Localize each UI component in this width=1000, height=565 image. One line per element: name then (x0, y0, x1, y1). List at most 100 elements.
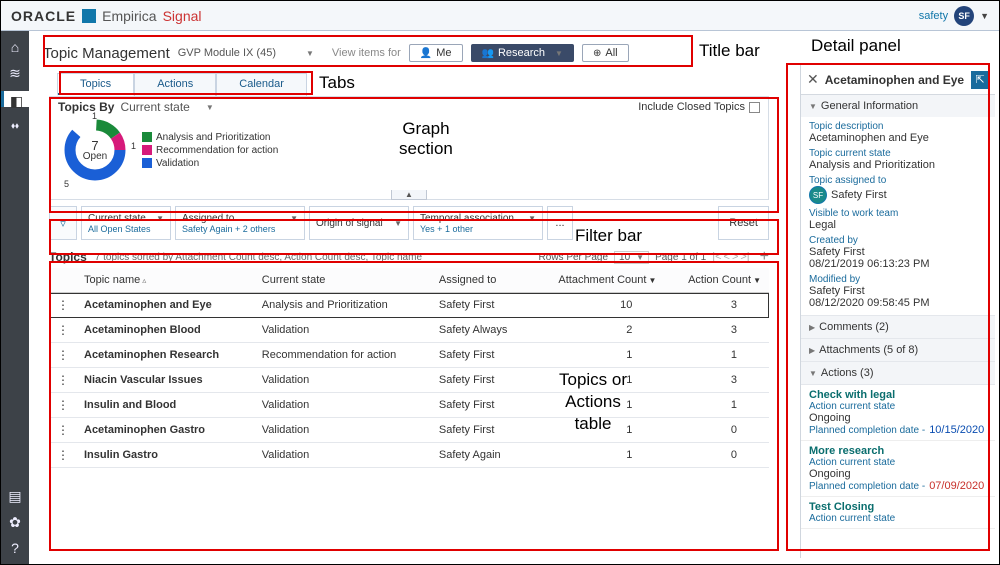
include-closed-checkbox[interactable] (749, 102, 760, 113)
cell-topic-name: Acetaminophen and Eye (76, 293, 254, 318)
chevron-down-icon: ▼ (306, 49, 314, 58)
pager-prev-icon[interactable]: < (724, 251, 730, 263)
cell-current-state: Validation (254, 393, 431, 418)
filter-current-state[interactable]: Current state▼ All Open States (81, 206, 171, 240)
col-action-count[interactable]: Action Count▼ (664, 268, 769, 293)
filter-assigned-to[interactable]: Assigned to▼ Safety Again + 2 others (175, 206, 305, 240)
col-assigned-to[interactable]: Assigned to (431, 268, 530, 293)
close-icon[interactable]: ✕ (807, 71, 819, 88)
cell-topic-name: Acetaminophen Blood (76, 318, 254, 343)
col-attachment-count[interactable]: Attachment Count▼ (530, 268, 664, 293)
table-row[interactable]: ⋮Insulin GastroValidationSafety Again10 (49, 443, 769, 468)
row-actions-icon[interactable]: ⋮ (49, 293, 76, 318)
brand-left: ORACLE Empirica Signal (11, 8, 202, 24)
reset-filters-button[interactable]: Reset (718, 206, 769, 240)
section-actions[interactable]: ▼Actions (3) (801, 362, 995, 384)
detail-panel: ✕ Acetaminophen and Eye ⇱ ▼General Infor… (800, 65, 995, 558)
filter-temporal-association[interactable]: Temporal association▼ Yes + 1 other (413, 206, 543, 240)
row-actions-icon[interactable]: ⋮ (49, 343, 76, 368)
topics-by-label: Topics By (58, 100, 114, 114)
brand-user[interactable]: safety SF ▼ (919, 6, 989, 26)
topics-by-selector[interactable]: Current state ▼ (120, 100, 213, 114)
section-attachments[interactable]: ▶Attachments (5 of 8) (801, 339, 995, 361)
cell-topic-name: Insulin Gastro (76, 443, 254, 468)
group-icon: 👥 (482, 48, 494, 59)
tab-actions[interactable]: Actions (134, 73, 216, 96)
view-research-button[interactable]: 👥 Research ▼ (471, 44, 574, 62)
row-actions-icon[interactable]: ⋮ (49, 418, 76, 443)
page-indicator: Page 1 of 1 (655, 252, 706, 263)
donut-seg-top: 1 (92, 111, 97, 121)
tab-topics[interactable]: Topics (57, 73, 134, 96)
assignee-avatar: SF (809, 186, 827, 204)
filter-funnel-icon[interactable]: ▿ (49, 206, 77, 240)
cell-topic-name: Acetaminophen Gastro (76, 418, 254, 443)
action-item[interactable]: More researchAction current stateOngoing… (801, 441, 995, 497)
include-closed-label: Include Closed Topics (638, 101, 745, 113)
add-topic-button[interactable]: + (760, 248, 769, 266)
row-actions-icon[interactable]: ⋮ (49, 318, 76, 343)
home-icon[interactable]: ⌂ (6, 39, 24, 55)
cell-current-state: Validation (254, 418, 431, 443)
pager-last-icon[interactable]: >| (740, 251, 749, 263)
table-row[interactable]: ⋮Insulin and BloodValidationSafety First… (49, 393, 769, 418)
module-selector[interactable]: GVP Module IX (45) ▼ (178, 47, 314, 59)
col-current-state[interactable]: Current state (254, 268, 431, 293)
table-row[interactable]: ⋮Acetaminophen and EyeAnalysis and Prior… (49, 293, 769, 318)
chart-icon[interactable]: ⬪⬪ (6, 117, 24, 133)
section-comments[interactable]: ▶Comments (2) (801, 316, 995, 338)
collapse-graph-button[interactable]: ▲ (391, 190, 427, 200)
pager-next-icon[interactable]: > (732, 251, 738, 263)
chevron-down-icon: ▼ (980, 11, 989, 21)
row-actions-icon[interactable]: ⋮ (49, 368, 76, 393)
cell-assigned-to: Safety Again (431, 443, 530, 468)
cell-attachment-count: 1 (530, 418, 664, 443)
help-icon[interactable]: ? (6, 540, 24, 556)
table-row[interactable]: ⋮Acetaminophen ResearchRecommendation fo… (49, 343, 769, 368)
cell-topic-name: Insulin and Blood (76, 393, 254, 418)
legend-label: Analysis and Prioritization (156, 132, 271, 143)
topics-table: Topic name▵ Current state Assigned to At… (49, 268, 769, 468)
wifi-icon[interactable]: ≋ (6, 65, 24, 81)
brand-oracle: ORACLE (11, 8, 76, 24)
pager-first-icon[interactable]: |< (712, 251, 721, 263)
legend-label: Validation (156, 158, 199, 169)
view-me-button[interactable]: 👤 Me (409, 44, 463, 62)
section-general-info[interactable]: ▼General Information (801, 95, 995, 117)
feedback-icon[interactable]: ▤ (6, 488, 24, 504)
cell-attachment-count: 2 (530, 318, 664, 343)
rows-per-page-label: Rows Per Page (539, 252, 608, 263)
action-name: Test Closing (809, 501, 987, 513)
cell-attachment-count: 1 (530, 393, 664, 418)
table-title: Topics (49, 250, 87, 264)
tab-calendar[interactable]: Calendar (216, 73, 307, 96)
row-actions-icon[interactable]: ⋮ (49, 393, 76, 418)
cell-action-count: 1 (664, 343, 769, 368)
cell-action-count: 3 (664, 318, 769, 343)
col-topic-name[interactable]: Topic name▵ (76, 268, 254, 293)
include-closed-toggle[interactable]: Include Closed Topics (638, 101, 760, 113)
filter-more[interactable]: ... (547, 206, 573, 240)
filter-origin-of-signal[interactable]: Origin of signal▼ (309, 206, 409, 240)
filter-bar: ▿ Current state▼ All Open States Assigne… (49, 206, 769, 240)
view-all-button[interactable]: ⊕ All (582, 44, 629, 62)
topics-icon[interactable]: ◧ (1, 91, 29, 107)
table-row[interactable]: ⋮Acetaminophen GastroValidationSafety Fi… (49, 418, 769, 443)
cell-assigned-to: Safety First (431, 343, 530, 368)
action-item[interactable]: Test ClosingAction current state (801, 497, 995, 529)
table-row[interactable]: ⋮Acetaminophen BloodValidationSafety Alw… (49, 318, 769, 343)
cell-assigned-to: Safety First (431, 418, 530, 443)
settings-icon[interactable]: ✿ (6, 514, 24, 530)
donut-total-label: Open (83, 152, 107, 162)
table-row[interactable]: ⋮Niacin Vascular IssuesValidationSafety … (49, 368, 769, 393)
popout-icon[interactable]: ⇱ (971, 71, 989, 89)
brand-bar: ORACLE Empirica Signal safety SF ▼ (1, 1, 999, 31)
cell-attachment-count: 10 (530, 293, 664, 318)
brand-signal: Signal (163, 8, 202, 24)
row-actions-icon[interactable]: ⋮ (49, 443, 76, 468)
action-item[interactable]: Check with legalAction current stateOngo… (801, 385, 995, 441)
view-research-label: Research (498, 47, 545, 59)
donut-seg-bottom: 5 (64, 179, 69, 189)
rows-per-page-selector[interactable]: 10▼ (614, 251, 649, 264)
cell-current-state: Recommendation for action (254, 343, 431, 368)
